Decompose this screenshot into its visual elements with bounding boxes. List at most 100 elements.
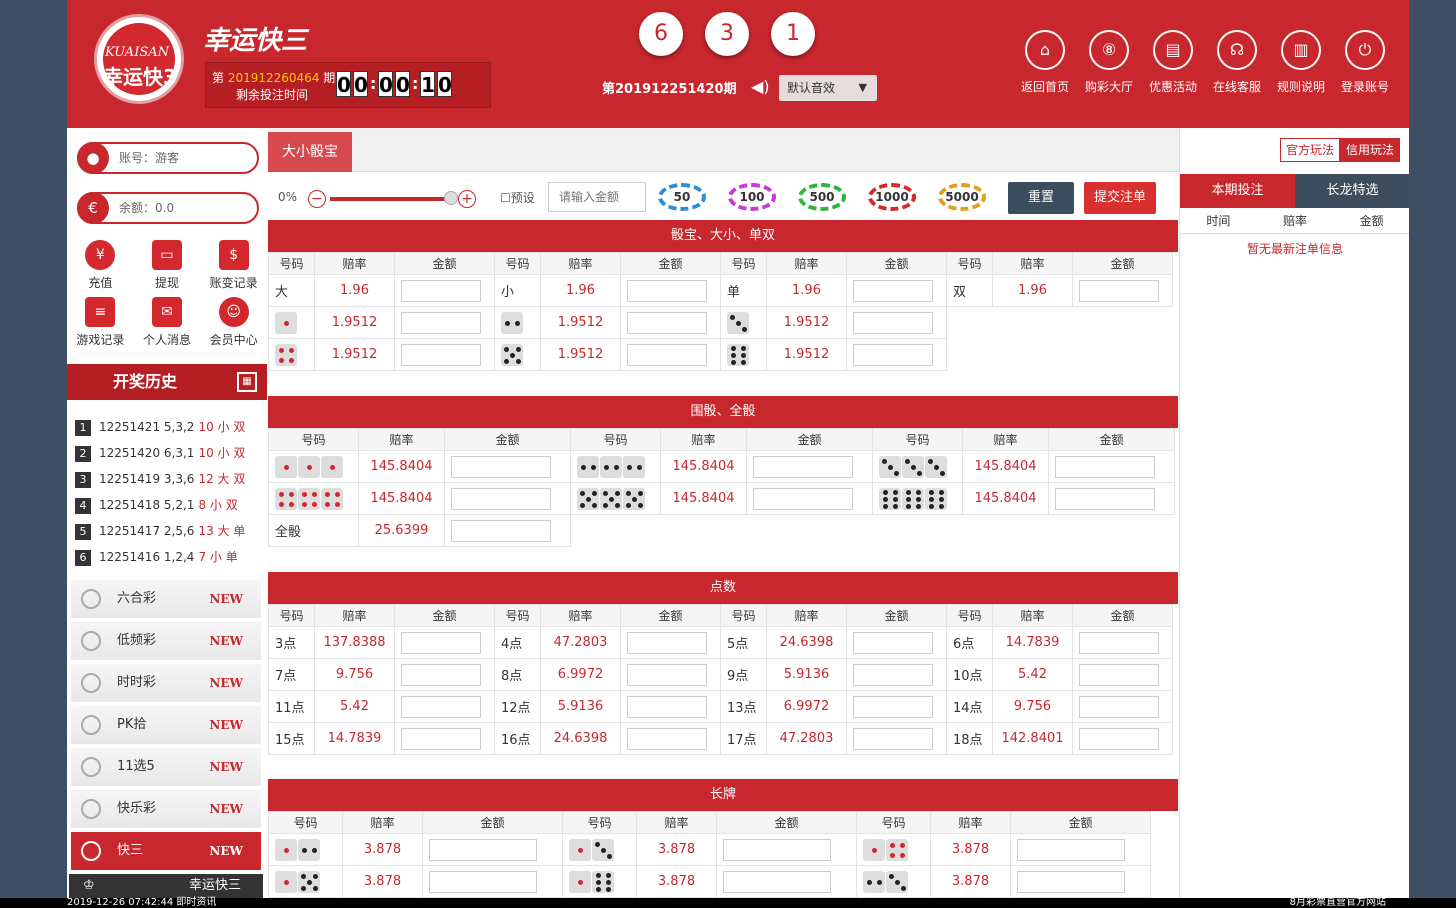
bet-amount-input[interactable] bbox=[1017, 838, 1125, 861]
preset-checkbox[interactable]: ☐预设 bbox=[500, 189, 535, 206]
game-item[interactable]: 低频彩 NEW bbox=[71, 622, 261, 660]
col-odds: 赔率 bbox=[1283, 214, 1308, 228]
bet-amount-input[interactable] bbox=[429, 838, 537, 861]
bet-amount-cell bbox=[1010, 833, 1151, 866]
sound-label: 默认音效 bbox=[787, 81, 836, 95]
chip-500[interactable]: 500 bbox=[798, 183, 846, 211]
game-item[interactable]: PK拾 NEW bbox=[71, 706, 261, 744]
bet-amount-input[interactable] bbox=[627, 727, 707, 750]
game-item[interactable]: 快乐彩 NEW bbox=[71, 790, 261, 828]
chip-5000[interactable]: 5000 bbox=[938, 183, 986, 211]
bet-amount-input[interactable] bbox=[1055, 487, 1155, 510]
new-badge: NEW bbox=[209, 844, 243, 858]
bet-amount-input[interactable] bbox=[451, 455, 551, 478]
bet-amount-input[interactable] bbox=[753, 455, 853, 478]
bet-amount-input[interactable] bbox=[1079, 631, 1159, 654]
nav-label: 返回首页 bbox=[1020, 80, 1069, 94]
tab-current-bets[interactable]: 本期投注 bbox=[1180, 174, 1295, 208]
game-item[interactable]: 时时彩 NEW bbox=[71, 664, 261, 702]
bet-amount-input[interactable] bbox=[401, 311, 481, 334]
account-action[interactable]: ▭ 提现 bbox=[134, 240, 201, 291]
account-action[interactable]: $ 账变记录 bbox=[200, 240, 267, 291]
tab-dice[interactable]: 大小骰宝 bbox=[268, 132, 352, 172]
mode-official-button[interactable]: 官方玩法 bbox=[1280, 138, 1341, 162]
nav-item[interactable]: ⑧ 购彩大厅 bbox=[1077, 30, 1141, 95]
die-icon bbox=[275, 311, 297, 334]
account-action[interactable]: ¥ 充值 bbox=[67, 240, 134, 291]
footer-game[interactable]: ♔ 幸运快三 bbox=[69, 874, 263, 898]
die-icon bbox=[600, 455, 622, 478]
euro-icon: € bbox=[77, 192, 109, 224]
reset-button[interactable]: 重置 bbox=[1008, 182, 1074, 214]
nav-item[interactable]: ▥ 规则说明 bbox=[1269, 30, 1333, 95]
plus-button[interactable]: + bbox=[458, 190, 476, 208]
game-item[interactable]: 六合彩 NEW bbox=[71, 580, 261, 618]
bet-amount-input[interactable] bbox=[753, 487, 853, 510]
nav-item[interactable]: ▤ 优惠活动 bbox=[1141, 30, 1205, 95]
col-odds: 赔率 bbox=[358, 428, 445, 451]
bet-amount-input[interactable] bbox=[627, 343, 707, 366]
bet-amount-input[interactable] bbox=[853, 631, 933, 654]
bet-amount-input[interactable] bbox=[627, 663, 707, 686]
history-rank: 4 bbox=[75, 498, 91, 514]
speaker-icon[interactable]: ◀) bbox=[751, 77, 770, 96]
bet-amount-input[interactable] bbox=[401, 631, 481, 654]
amount-input[interactable] bbox=[548, 182, 646, 212]
minus-button[interactable]: − bbox=[308, 190, 326, 208]
account-pill: ● 账号：游客 bbox=[77, 142, 259, 174]
bet-amount-cell bbox=[394, 306, 495, 339]
bet-amount-input[interactable] bbox=[1079, 279, 1159, 302]
bet-amount-input[interactable] bbox=[627, 311, 707, 334]
bet-amount-input[interactable] bbox=[627, 631, 707, 654]
bet-amount-input[interactable] bbox=[401, 727, 481, 750]
col-number: 号码 bbox=[570, 428, 661, 451]
account-action[interactable]: ✉ 个人消息 bbox=[134, 297, 201, 348]
bet-amount-input[interactable] bbox=[451, 519, 551, 542]
bet-amount-input[interactable] bbox=[853, 279, 933, 302]
bet-amount-input[interactable] bbox=[1079, 727, 1159, 750]
bet-amount-input[interactable] bbox=[853, 695, 933, 718]
bet-amount-input[interactable] bbox=[401, 279, 481, 302]
bet-amount-input[interactable] bbox=[853, 343, 933, 366]
col-odds: 赔率 bbox=[314, 604, 395, 627]
nav-item[interactable]: ⏻ 登录账号 bbox=[1333, 30, 1397, 95]
submit-button[interactable]: 提交注单 bbox=[1084, 182, 1156, 214]
bet-amount-input[interactable] bbox=[723, 870, 831, 893]
sound-select[interactable]: 默认音效 ▼ bbox=[779, 75, 877, 101]
bet-amount-cell bbox=[444, 482, 571, 515]
nav-item[interactable]: ☊ 在线客服 bbox=[1205, 30, 1269, 95]
new-badge: NEW bbox=[209, 802, 243, 816]
bet-amount-input[interactable] bbox=[401, 663, 481, 686]
nav-item[interactable]: ⌂ 返回首页 bbox=[1013, 30, 1077, 95]
bet-amount-input[interactable] bbox=[401, 695, 481, 718]
rebate-slider[interactable] bbox=[330, 197, 452, 201]
col-amount: 金额 bbox=[394, 252, 495, 275]
bet-label bbox=[562, 865, 637, 898]
bet-amount-input[interactable] bbox=[627, 695, 707, 718]
bet-amount-input[interactable] bbox=[723, 838, 831, 861]
game-item[interactable]: 快三 NEW bbox=[71, 832, 261, 870]
account-action[interactable]: ≡ 游戏记录 bbox=[67, 297, 134, 348]
account-action[interactable]: ☺ 会员中心 bbox=[200, 297, 267, 348]
bet-amount-input[interactable] bbox=[1079, 663, 1159, 686]
bet-amount-input[interactable] bbox=[401, 343, 481, 366]
game-item[interactable]: 11选5 NEW bbox=[71, 748, 261, 786]
tab-long-dragon[interactable]: 长龙特选 bbox=[1295, 174, 1409, 208]
mode-credit-button[interactable]: 信用玩法 bbox=[1340, 138, 1401, 162]
chip-50[interactable]: 50 bbox=[658, 183, 706, 211]
bet-amount-input[interactable] bbox=[853, 727, 933, 750]
col-number: 号码 bbox=[946, 604, 993, 627]
bet-amount-input[interactable] bbox=[429, 870, 537, 893]
bet-amount-input[interactable] bbox=[451, 487, 551, 510]
bet-amount-input[interactable] bbox=[1079, 695, 1159, 718]
bet-amount-input[interactable] bbox=[853, 663, 933, 686]
chip-100[interactable]: 100 bbox=[728, 183, 776, 211]
bet-amount-input[interactable] bbox=[627, 279, 707, 302]
slider-knob[interactable] bbox=[444, 191, 458, 205]
top-nav: ⌂ 返回首页 ⑧ 购彩大厅 ▤ 优惠活动 ☊ 在线客服 ▥ 规则说明 ⏻ 登录账号 bbox=[1013, 30, 1397, 95]
chip-1000[interactable]: 1000 bbox=[868, 183, 916, 211]
bet-amount-input[interactable] bbox=[1017, 870, 1125, 893]
bet-amount-input[interactable] bbox=[1055, 455, 1155, 478]
calendar-icon[interactable]: ▦ bbox=[237, 372, 257, 392]
bet-amount-input[interactable] bbox=[853, 311, 933, 334]
